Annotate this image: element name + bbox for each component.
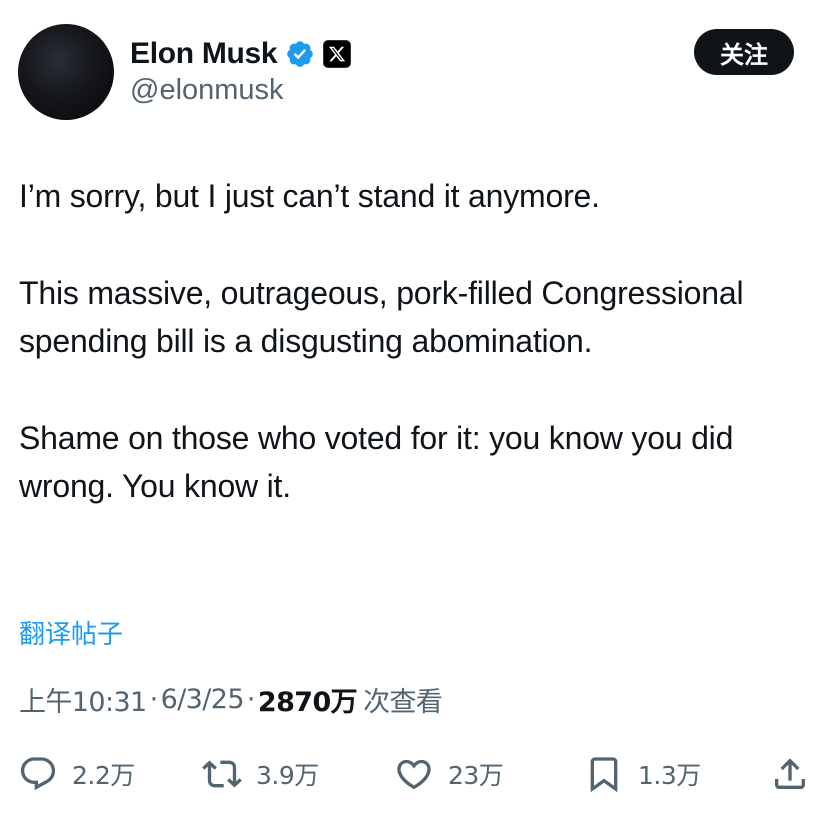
post-time[interactable]: 上午10:31: [19, 680, 147, 719]
tweet-paragraph: This massive, outrageous, pork-filled Co…: [19, 275, 744, 359]
share-button[interactable]: [770, 752, 810, 796]
meta-separator: ·: [149, 684, 159, 715]
retweet-count: 3.9万: [256, 761, 319, 790]
heart-icon: [394, 754, 434, 794]
like-button[interactable]: 23万: [394, 752, 504, 796]
tweet-paragraph: I’m sorry, but I just can’t stand it any…: [19, 178, 600, 214]
bookmark-count: 1.3万: [638, 761, 701, 790]
share-icon: [770, 754, 810, 794]
retweet-icon: [202, 754, 242, 794]
tweet-header: Elon Musk @elonmusk 关注: [0, 0, 828, 140]
translate-post-link[interactable]: 翻译帖子: [19, 614, 123, 651]
views-label: 次查看: [363, 687, 443, 718]
follow-button[interactable]: 关注: [694, 29, 794, 75]
author-handle[interactable]: @elonmusk: [130, 74, 284, 107]
tweet-meta: 上午10:31 · 6/3/25 · 2870万 次查看: [19, 680, 443, 719]
bookmark-button[interactable]: 1.3万: [584, 752, 701, 796]
tweet-paragraph: Shame on those who voted for it: you kno…: [19, 420, 734, 504]
tweet-text: I’m sorry, but I just can’t stand it any…: [19, 172, 809, 510]
retweet-button[interactable]: 3.9万: [202, 752, 319, 796]
tweet-actions-bar: 2.2万 3.9万 23万 1.3万: [0, 744, 828, 808]
author-display-name[interactable]: Elon Musk: [130, 37, 278, 71]
reply-button[interactable]: 2.2万: [18, 752, 135, 796]
avatar[interactable]: [18, 24, 114, 120]
like-count: 23万: [448, 761, 504, 790]
reply-count: 2.2万: [72, 761, 135, 790]
post-date[interactable]: 6/3/25: [161, 684, 245, 715]
verified-badge-icon[interactable]: [285, 39, 315, 69]
meta-separator: ·: [246, 684, 256, 715]
author-name-row: Elon Musk: [130, 34, 352, 74]
bookmark-icon: [584, 754, 624, 794]
reply-icon: [18, 754, 58, 794]
views-count: 2870万: [257, 687, 358, 718]
x-logo-icon[interactable]: [323, 40, 352, 68]
